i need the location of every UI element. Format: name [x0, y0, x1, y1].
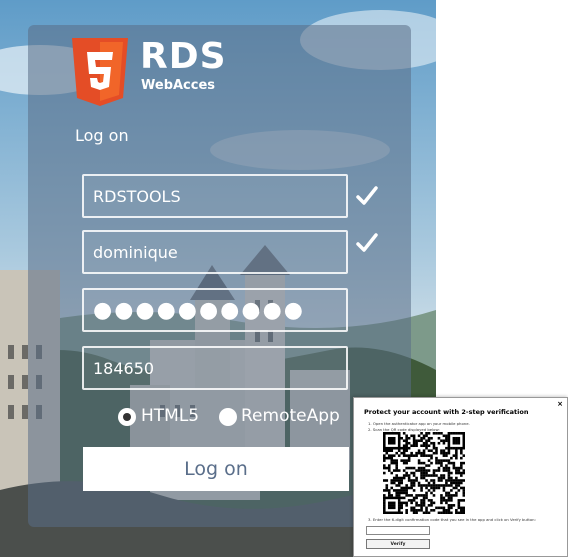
qr-code-icon [383, 432, 465, 514]
instruction-step-1: 1. Open the authenticator app on your mo… [368, 421, 470, 426]
otp-code-field[interactable]: 184650 [82, 346, 348, 390]
password-field[interactable]: ●●●●●●●●●● [82, 288, 348, 332]
radio-html5-label[interactable]: HTML5 [141, 406, 199, 426]
screen: RDS WebAcces Log on RDSTOOLS dominique ●… [0, 0, 568, 557]
radio-remoteapp[interactable] [219, 408, 237, 426]
html5-shield-icon [70, 38, 130, 108]
close-icon[interactable]: × [557, 400, 563, 408]
username-field-value: dominique [93, 242, 178, 262]
brand-subtitle: WebAcces [141, 78, 216, 93]
otp-code-field-value: 184650 [93, 358, 155, 378]
username-field[interactable]: dominique [82, 230, 348, 274]
two-step-verification-dialog: × Protect your account with 2-step verif… [353, 397, 568, 557]
password-field-value: ●●●●●●●●●● [93, 297, 305, 323]
radio-html5[interactable] [118, 408, 136, 426]
domain-field-value: RDSTOOLS [93, 186, 181, 206]
logon-button[interactable]: Log on [83, 447, 349, 491]
radio-remoteapp-label[interactable]: RemoteApp [241, 406, 340, 426]
brand-title: RDS [140, 36, 227, 77]
domain-field[interactable]: RDSTOOLS [82, 174, 348, 218]
login-heading: Log on [75, 126, 129, 145]
verification-code-input[interactable] [366, 526, 430, 535]
verify-button[interactable]: Verify [366, 539, 430, 549]
dialog-title: Protect your account with 2-step verific… [364, 408, 529, 416]
checkmark-icon [355, 231, 379, 255]
checkmark-icon [355, 184, 379, 208]
instruction-step-3: 3. Enter the 6-digit confirmation code t… [368, 517, 536, 522]
